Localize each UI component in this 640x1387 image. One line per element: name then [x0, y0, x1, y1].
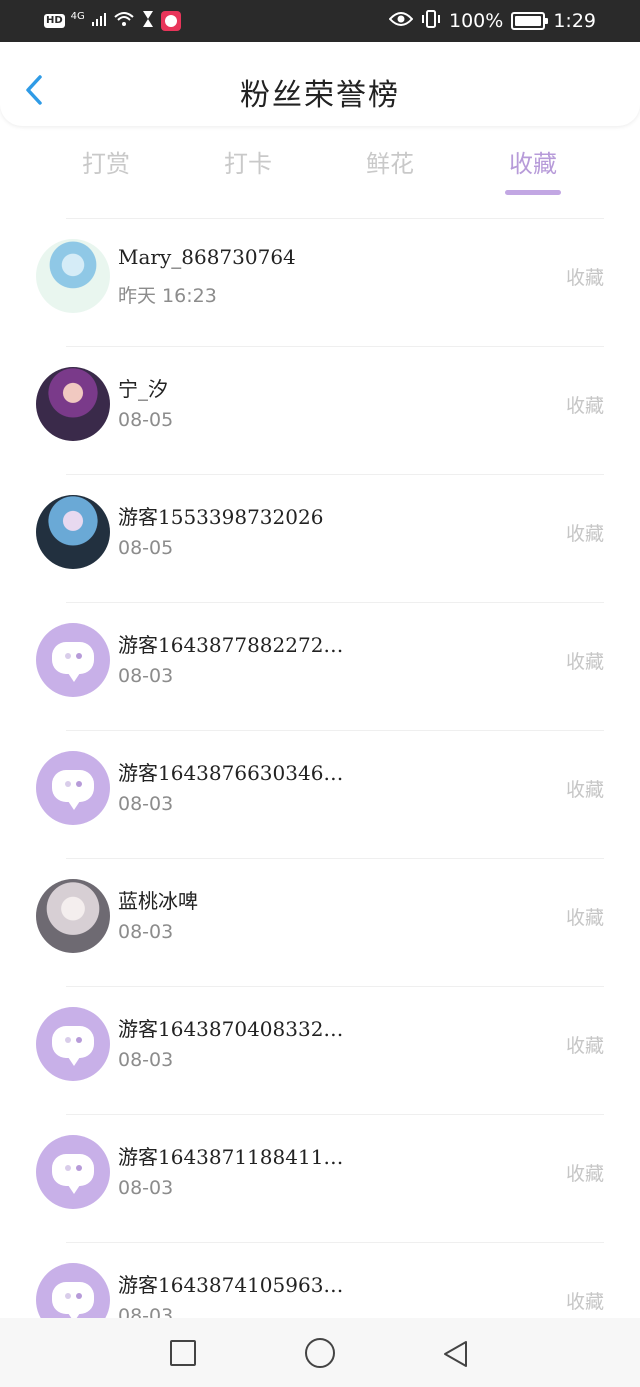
- system-nav-bar: [0, 1318, 640, 1387]
- list-item[interactable]: 游客1553398732026 08-05 收藏: [36, 474, 604, 602]
- list-item[interactable]: 游客1643870408332… 08-03 收藏: [36, 986, 604, 1114]
- list-item[interactable]: 宁_汐 08-05 收藏: [36, 346, 604, 474]
- action-label: 收藏: [565, 907, 604, 929]
- user-name: 游客1643877882272…: [118, 633, 344, 657]
- item-date: 昨天 16:23: [118, 285, 217, 307]
- action-label: 收藏: [565, 1035, 604, 1057]
- item-date: 08-03: [118, 793, 174, 815]
- item-date: 08-05: [118, 537, 174, 559]
- status-right: 100% 1:29: [388, 9, 596, 34]
- tab-reward[interactable]: 打赏: [56, 144, 156, 179]
- page-title: 粉丝荣誉榜: [240, 78, 400, 113]
- signal-icon: [91, 11, 107, 31]
- clock: 1:29: [553, 10, 596, 32]
- list-item[interactable]: 游客1643871188411… 08-03 收藏: [36, 1114, 604, 1242]
- action-label: 收藏: [565, 779, 604, 801]
- chat-bubble-icon: [52, 642, 94, 682]
- avatar[interactable]: [36, 239, 110, 313]
- item-date: 08-03: [118, 1049, 174, 1071]
- chat-bubble-icon: [52, 1154, 94, 1194]
- fan-list: Mary_868730764 昨天 16:23 收藏 宁_汐 08-05 收藏 …: [0, 218, 640, 1370]
- battery-icon: [511, 12, 549, 30]
- user-name: 游客1553398732026: [118, 505, 324, 529]
- action-label: 收藏: [565, 267, 604, 289]
- item-date: 08-05: [118, 409, 174, 431]
- recent-apps-icon[interactable]: [170, 1340, 196, 1366]
- action-label: 收藏: [565, 395, 604, 417]
- tab-flowers[interactable]: 鲜花: [340, 144, 440, 179]
- avatar[interactable]: [36, 367, 110, 441]
- item-date: 08-03: [118, 921, 174, 943]
- action-label: 收藏: [565, 1291, 604, 1313]
- item-date: 08-03: [118, 665, 174, 687]
- action-label: 收藏: [565, 651, 604, 673]
- item-date: 08-03: [118, 1177, 174, 1199]
- home-icon[interactable]: [305, 1338, 335, 1368]
- list-item[interactable]: 游客1643877882272… 08-03 收藏: [36, 602, 604, 730]
- avatar[interactable]: [36, 751, 110, 825]
- chat-bubble-icon: [52, 1282, 94, 1322]
- list-item[interactable]: 游客1643876630346… 08-03 收藏: [36, 730, 604, 858]
- wifi-icon: [113, 11, 135, 31]
- chat-bubble-icon: [52, 770, 94, 810]
- user-name: 游客1643874105963…: [118, 1273, 344, 1297]
- avatar[interactable]: [36, 495, 110, 569]
- action-label: 收藏: [565, 523, 604, 545]
- eye-icon: [388, 10, 414, 32]
- user-name: 游客1643870408332…: [118, 1017, 344, 1041]
- user-name: Mary_868730764: [118, 245, 296, 269]
- back-icon[interactable]: [441, 1339, 471, 1369]
- tab-checkin[interactable]: 打卡: [198, 144, 298, 179]
- action-label: 收藏: [565, 1163, 604, 1185]
- list-item[interactable]: Mary_868730764 昨天 16:23 收藏: [36, 218, 604, 346]
- hourglass-icon: [141, 10, 155, 32]
- status-bar: HD 4G 100% 1:29: [0, 0, 640, 42]
- list-item[interactable]: 蓝桃冰啤 08-03 收藏: [36, 858, 604, 986]
- tab-favorites[interactable]: 收藏: [483, 144, 583, 179]
- avatar[interactable]: [36, 623, 110, 697]
- user-name: 蓝桃冰啤: [118, 889, 198, 913]
- tab-bar: 打赏 打卡 鲜花 收藏: [0, 138, 640, 202]
- network-type: 4G: [70, 10, 85, 22]
- chat-bubble-icon: [52, 1026, 94, 1066]
- avatar[interactable]: [36, 879, 110, 953]
- status-left: HD 4G: [44, 10, 181, 32]
- avatar[interactable]: [36, 1135, 110, 1209]
- hd-badge: HD: [44, 14, 65, 28]
- active-tab-indicator: [505, 190, 561, 195]
- battery-percent: 100%: [449, 10, 504, 32]
- app-notification-icon: [160, 11, 181, 31]
- avatar[interactable]: [36, 1007, 110, 1081]
- app-header: 粉丝荣誉榜: [0, 42, 640, 126]
- user-name: 宁_汐: [118, 377, 168, 401]
- vibrate-icon: [421, 9, 441, 34]
- user-name: 游客1643871188411…: [118, 1145, 344, 1169]
- user-name: 游客1643876630346…: [118, 761, 344, 785]
